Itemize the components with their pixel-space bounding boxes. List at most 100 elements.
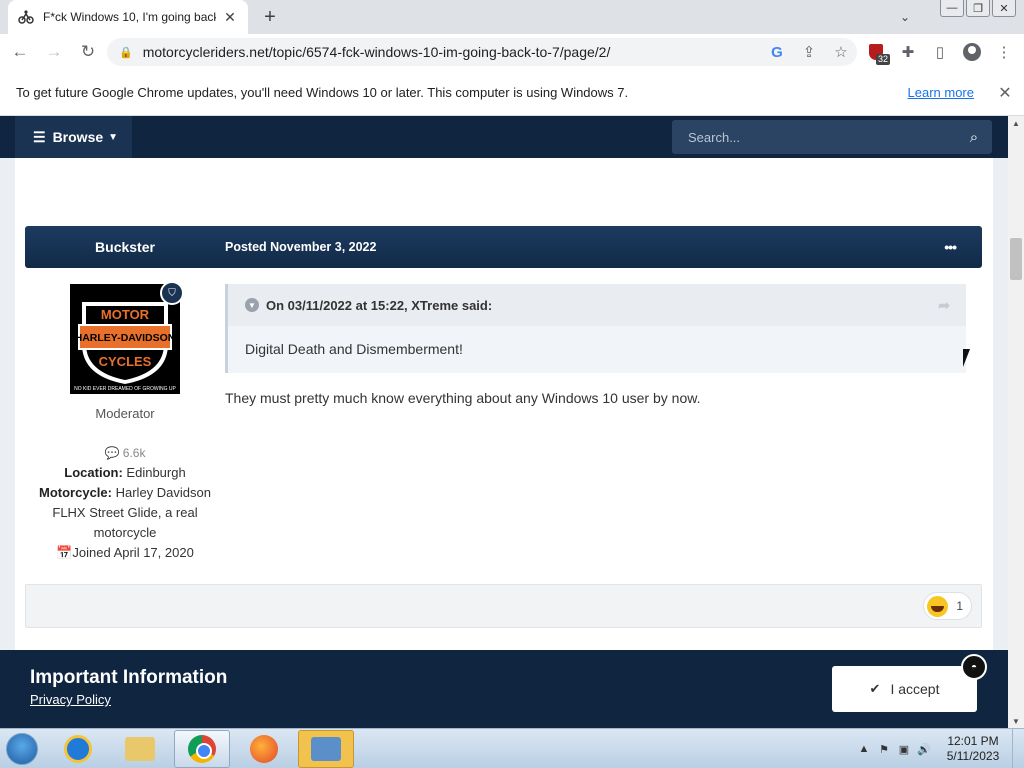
forward-arrow-icon[interactable]: → xyxy=(40,38,68,66)
side-panel-icon[interactable]: ▯ xyxy=(926,38,954,66)
important-info-banner: Important Information Privacy Policy ✔ I… xyxy=(0,650,1008,728)
post-date[interactable]: Posted November 3, 2022 xyxy=(225,226,376,268)
page-scrollbar[interactable]: ▲ ▼ xyxy=(1008,116,1024,728)
site-navbar: ☰ Browse ▼ ⌕ xyxy=(0,116,1008,158)
window-controls: — ❐ ✕ xyxy=(940,0,1016,17)
mouse-cursor-icon xyxy=(963,349,970,367)
infobar-close-icon[interactable]: ✕ xyxy=(990,83,1020,103)
author-role: Moderator xyxy=(95,406,155,421)
file-explorer-icon xyxy=(125,736,155,761)
browser-tab[interactable]: F*ck Windows 10, I'm going back to 7 ✕ xyxy=(8,0,248,34)
privacy-policy-link[interactable]: Privacy Policy xyxy=(30,692,111,707)
search-icon[interactable]: ⌕ xyxy=(956,129,992,146)
post-header: Buckster Posted November 3, 2022 ••• xyxy=(25,226,982,268)
restore-button[interactable]: ❐ xyxy=(966,0,990,17)
clock-date: 5/11/2023 xyxy=(946,749,1000,763)
back-arrow-icon[interactable]: ← xyxy=(6,38,34,66)
motorcycle-label: Motorcycle: xyxy=(39,485,112,500)
lock-icon[interactable]: 🔒 xyxy=(119,46,133,59)
author-stats: 💬 6.6k Location: Edinburgh Motorcycle: H… xyxy=(25,443,225,563)
banner-title: Important Information xyxy=(30,667,228,688)
infobar-message: To get future Google Chrome updates, you… xyxy=(16,85,629,100)
learn-more-link[interactable]: Learn more xyxy=(908,85,974,100)
taskbar-explorer[interactable] xyxy=(112,730,168,768)
chrome-icon xyxy=(188,734,216,763)
author-motorcycle: Motorcycle: Harley Davidson FLHX Street … xyxy=(25,483,225,543)
scroll-down-icon[interactable]: ▼ xyxy=(1008,714,1024,728)
address-bar[interactable]: 🔒 motorcycleriders.net/topic/6574-fck-wi… xyxy=(107,38,857,66)
close-window-button[interactable]: ✕ xyxy=(992,0,1016,17)
start-button[interactable] xyxy=(0,729,44,768)
internet-explorer-icon xyxy=(64,734,92,763)
motorcycle-favicon-icon xyxy=(18,10,34,24)
tab-title: F*ck Windows 10, I'm going back to 7 xyxy=(43,10,216,24)
google-lens-icon[interactable]: G xyxy=(761,44,793,61)
quote-share-icon[interactable]: ➦ xyxy=(938,297,950,314)
topic-content: Buckster Posted November 3, 2022 ••• MOT… xyxy=(15,158,993,728)
scrollbar-thumb[interactable] xyxy=(1010,238,1022,280)
new-tab-button[interactable]: + xyxy=(258,5,282,29)
accept-button[interactable]: ✔ I accept xyxy=(832,666,977,712)
hamburger-icon: ☰ xyxy=(33,128,46,145)
laughing-emoji-icon xyxy=(927,595,949,617)
joined-value: Joined April 17, 2020 xyxy=(72,545,194,560)
location-value: Edinburgh xyxy=(126,465,186,480)
comment-icon: 💬 xyxy=(104,446,123,460)
reactions-bar: 1 xyxy=(25,584,982,628)
accept-label: I accept xyxy=(890,681,940,697)
bookmark-star-icon[interactable]: ☆ xyxy=(825,43,857,61)
system-tray: ▲ ⚑ ▣ 🔊 12:01 PM 5/11/2023 xyxy=(854,729,1024,768)
firefox-icon xyxy=(250,734,278,763)
post-reply-text: They must pretty much know everything ab… xyxy=(225,390,701,406)
windows-orb-icon xyxy=(6,732,38,765)
author-location: Location: Edinburgh xyxy=(25,463,225,483)
action-center-flag-icon[interactable]: ⚑ xyxy=(874,743,894,756)
extensions-area: 32 ✚ ▯ ⋮ xyxy=(862,38,1018,66)
taskbar-ie[interactable] xyxy=(50,730,106,768)
show-desktop-button[interactable] xyxy=(1012,729,1024,768)
post-count: 💬 6.6k xyxy=(25,443,225,463)
extension-badge: 32 xyxy=(875,54,890,65)
show-hidden-icons-icon[interactable]: ▲ xyxy=(854,743,874,755)
moderator-shield-icon: ⛉ xyxy=(160,281,184,305)
tab-search-chevron-icon[interactable]: ⌄ xyxy=(896,8,914,26)
avatar-text-bottom: CYCLES xyxy=(99,354,152,369)
author-name[interactable]: Buckster xyxy=(25,226,225,268)
browse-menu-button[interactable]: ☰ Browse ▼ xyxy=(15,116,132,158)
browser-toolbar: ← → ↻ 🔒 motorcycleriders.net/topic/6574-… xyxy=(0,34,1024,70)
site-search-input[interactable] xyxy=(688,129,956,145)
quote-header[interactable]: ▼ On 03/11/2022 at 15:22, XTreme said: ➦ xyxy=(228,284,966,326)
quote-block: ▼ On 03/11/2022 at 15:22, XTreme said: ➦… xyxy=(225,284,966,373)
reload-icon[interactable]: ↻ xyxy=(74,38,102,66)
minimize-button[interactable]: — xyxy=(940,0,964,17)
taskbar-control-panel[interactable] xyxy=(298,729,354,768)
page-viewport: ☰ Browse ▼ ⌕ Buckster Posted November 3,… xyxy=(0,116,1008,728)
update-infobar: To get future Google Chrome updates, you… xyxy=(0,70,1024,116)
banner-toggle-icon[interactable]: ◓ xyxy=(961,654,987,680)
windows-taskbar: ▲ ⚑ ▣ 🔊 12:01 PM 5/11/2023 xyxy=(0,728,1024,768)
post-options-icon[interactable]: ••• xyxy=(944,226,957,268)
volume-icon[interactable]: 🔊 xyxy=(914,743,934,756)
network-icon[interactable]: ▣ xyxy=(894,743,914,756)
kebab-menu-icon[interactable]: ⋮ xyxy=(990,38,1018,66)
taskbar-chrome[interactable] xyxy=(174,729,230,768)
avatar-text-middle: HARLEY-DAVIDSON xyxy=(75,332,176,344)
author-joined: 📅Joined April 17, 2020 xyxy=(25,543,225,563)
scroll-up-icon[interactable]: ▲ xyxy=(1008,116,1024,130)
profile-avatar-icon[interactable] xyxy=(958,38,986,66)
shield-extension-icon[interactable]: 32 xyxy=(862,38,890,66)
taskbar-firefox[interactable] xyxy=(236,730,292,768)
share-icon[interactable]: ⇪ xyxy=(793,43,825,61)
calendar-icon: 📅 xyxy=(56,545,73,560)
post-body: ▼ On 03/11/2022 at 15:22, XTreme said: ➦… xyxy=(225,284,967,406)
quote-collapse-icon[interactable]: ▼ xyxy=(245,298,259,312)
control-panel-icon xyxy=(311,736,341,761)
taskbar-clock[interactable]: 12:01 PM 5/11/2023 xyxy=(934,734,1012,764)
puzzle-extensions-icon[interactable]: ✚ xyxy=(894,38,922,66)
caret-down-icon: ▼ xyxy=(108,131,119,143)
author-avatar[interactable]: MOTOR HARLEY-DAVIDSON CYCLES NO KID EVER… xyxy=(70,281,184,394)
reaction-haha[interactable]: 1 xyxy=(923,592,972,620)
reaction-count: 1 xyxy=(956,599,963,613)
url-text[interactable]: motorcycleriders.net/topic/6574-fck-wind… xyxy=(143,44,761,60)
tab-close-icon[interactable]: ✕ xyxy=(222,9,238,25)
